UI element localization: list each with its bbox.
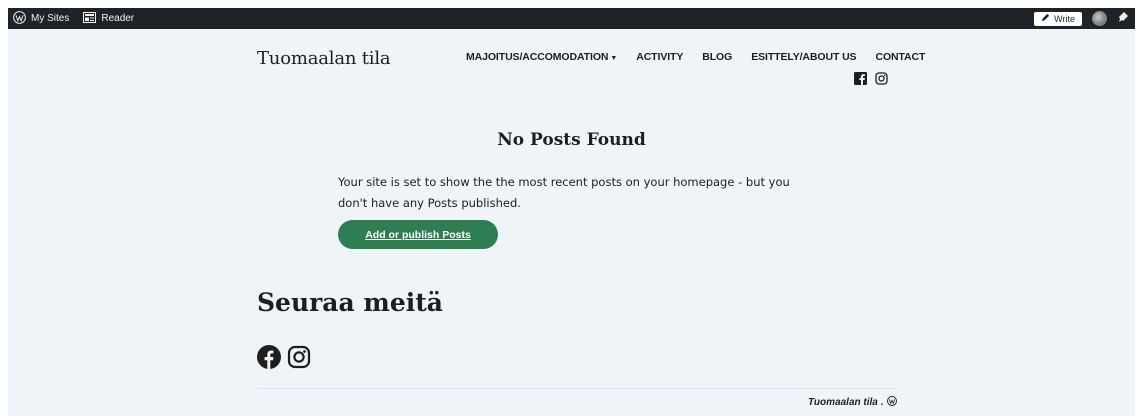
- site-title[interactable]: Tuomaalan tila: [257, 48, 391, 69]
- no-posts-heading: No Posts Found: [497, 130, 646, 150]
- wordpress-icon: [13, 10, 26, 27]
- nav-item-activity[interactable]: ACTIVITY: [636, 51, 683, 63]
- reader-icon: [83, 11, 97, 26]
- my-sites-link[interactable]: My Sites: [13, 10, 70, 27]
- nav-item-about[interactable]: ESITTELY/ABOUT US: [751, 51, 856, 63]
- write-label: Write: [1054, 13, 1075, 24]
- instagram-icon[interactable]: [287, 345, 311, 374]
- wordpress-icon[interactable]: [886, 396, 897, 409]
- nav-item-contact[interactable]: CONTACT: [875, 51, 925, 63]
- no-posts-description: Your site is set to show the the most re…: [338, 175, 790, 210]
- admin-bar: My Sites Reader Write: [8, 8, 1135, 29]
- nav-item-blog[interactable]: BLOG: [702, 51, 732, 63]
- reader-label: Reader: [101, 13, 135, 24]
- nav-item-label: MAJOITUS/ACCOMODATION: [466, 51, 609, 63]
- chevron-down-icon: ▼: [610, 55, 618, 62]
- notifications-icon[interactable]: [1117, 11, 1129, 26]
- add-posts-button[interactable]: Add or publish Posts: [338, 220, 498, 249]
- reader-link[interactable]: Reader: [83, 11, 135, 26]
- my-sites-label: My Sites: [31, 13, 70, 24]
- instagram-icon[interactable]: [875, 72, 888, 90]
- facebook-icon[interactable]: [257, 345, 281, 374]
- nav-item-accomodation[interactable]: MAJOITUS/ACCOMODATION ▼: [466, 51, 617, 63]
- footer-site-name[interactable]: Tuomaalan tila: [808, 397, 878, 408]
- facebook-icon[interactable]: [854, 72, 867, 90]
- page-frame: My Sites Reader Write Tuomaalan tila MAJ…: [8, 8, 1135, 416]
- main-nav: MAJOITUS/ACCOMODATION ▼ ACTIVITY BLOG ESI…: [466, 51, 944, 63]
- pen-icon: [1041, 13, 1050, 24]
- site-footer: Tuomaalan tila.: [808, 396, 897, 409]
- header-social-links: [854, 72, 888, 90]
- footer-separator: .: [880, 397, 884, 408]
- avatar[interactable]: [1092, 11, 1107, 26]
- write-button[interactable]: Write: [1034, 11, 1082, 26]
- follow-social-links: [257, 345, 311, 374]
- follow-heading: Seuraa meitä: [257, 288, 444, 317]
- footer-divider: [257, 388, 897, 389]
